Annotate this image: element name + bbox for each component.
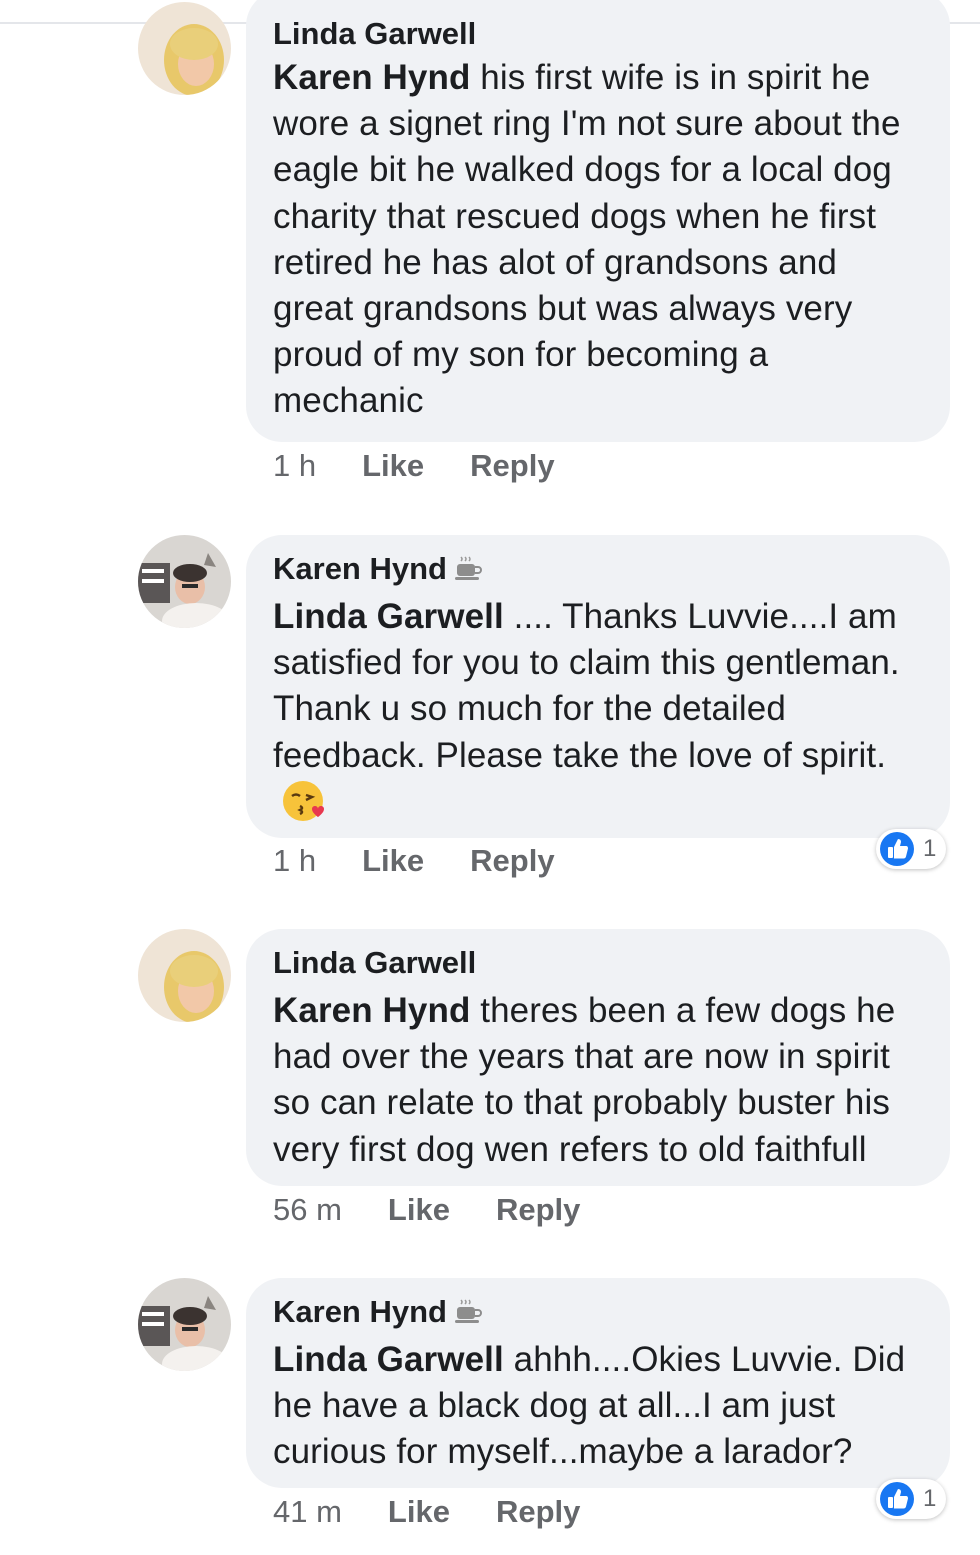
reaction-count: 1 xyxy=(923,835,937,862)
author-name[interactable]: Karen Hynd xyxy=(273,1292,447,1332)
comment-bubble: Linda Garwell Karen Hynd theres been a f… xyxy=(246,929,950,1186)
reply-button[interactable]: Reply xyxy=(496,1192,580,1228)
reaction-summary[interactable]: 1 xyxy=(876,829,946,869)
author-name[interactable]: Linda Garwell xyxy=(273,943,476,983)
timestamp[interactable]: 41 m xyxy=(273,1494,342,1530)
comment-text: Linda Garwell .... Thanks Luvvie....I am… xyxy=(273,594,924,827)
avatar[interactable] xyxy=(138,535,231,628)
comment-author[interactable]: Karen Hynd xyxy=(273,1292,924,1332)
like-button[interactable]: Like xyxy=(362,843,424,879)
timestamp[interactable]: 56 m xyxy=(273,1192,342,1228)
coffee-cup-icon xyxy=(453,1297,483,1327)
comment-bubble: Linda Garwell Karen Hynd his first wife … xyxy=(246,0,950,442)
mention-link[interactable]: Karen Hynd xyxy=(273,58,470,97)
mention-link[interactable]: Linda Garwell xyxy=(273,597,504,636)
comment-actions: 1 h Like Reply xyxy=(273,448,601,484)
reaction-summary[interactable]: 1 xyxy=(876,1479,946,1519)
timestamp[interactable]: 1 h xyxy=(273,448,316,484)
comment-actions: 1 h Like Reply xyxy=(273,843,601,879)
like-button[interactable]: Like xyxy=(388,1192,450,1228)
comment-thread: Linda Garwell Karen Hynd his first wife … xyxy=(0,0,980,1555)
comment-author[interactable]: Karen Hynd xyxy=(273,549,924,589)
mention-link[interactable]: Karen Hynd xyxy=(273,991,470,1030)
comment-bubble: Karen Hynd Linda Garwell .... Thanks Luv… xyxy=(246,535,950,838)
kissing-face-icon xyxy=(281,779,325,823)
reaction-count: 1 xyxy=(923,1485,937,1512)
avatar[interactable] xyxy=(138,2,231,95)
comment-author[interactable]: Linda Garwell xyxy=(273,14,924,54)
mention-link[interactable]: Linda Garwell xyxy=(273,1340,504,1379)
comment-body: his first wife is in spirit he wore a si… xyxy=(273,58,901,421)
comment-actions: 41 m Like Reply xyxy=(273,1494,626,1530)
comment-text: Karen Hynd theres been a few dogs he had… xyxy=(273,988,924,1173)
comment-author[interactable]: Linda Garwell xyxy=(273,943,924,983)
author-name[interactable]: Linda Garwell xyxy=(273,14,476,54)
avatar[interactable] xyxy=(138,1278,231,1371)
avatar[interactable] xyxy=(138,929,231,1022)
like-thumb-icon xyxy=(879,1481,915,1517)
like-button[interactable]: Like xyxy=(388,1494,450,1530)
reply-button[interactable]: Reply xyxy=(470,448,554,484)
comment-bubble: Karen Hynd Linda Garwell ahhh....Okies L… xyxy=(246,1278,950,1488)
comment-text: Linda Garwell ahhh....Okies Luvvie. Did … xyxy=(273,1337,924,1476)
comment-text: Karen Hynd his first wife is in spirit h… xyxy=(273,55,924,425)
coffee-cup-icon xyxy=(453,554,483,584)
comment-actions: 56 m Like Reply xyxy=(273,1192,626,1228)
like-thumb-icon xyxy=(879,831,915,867)
reply-button[interactable]: Reply xyxy=(496,1494,580,1530)
timestamp[interactable]: 1 h xyxy=(273,843,316,879)
like-button[interactable]: Like xyxy=(362,448,424,484)
author-name[interactable]: Karen Hynd xyxy=(273,549,447,589)
reply-button[interactable]: Reply xyxy=(470,843,554,879)
